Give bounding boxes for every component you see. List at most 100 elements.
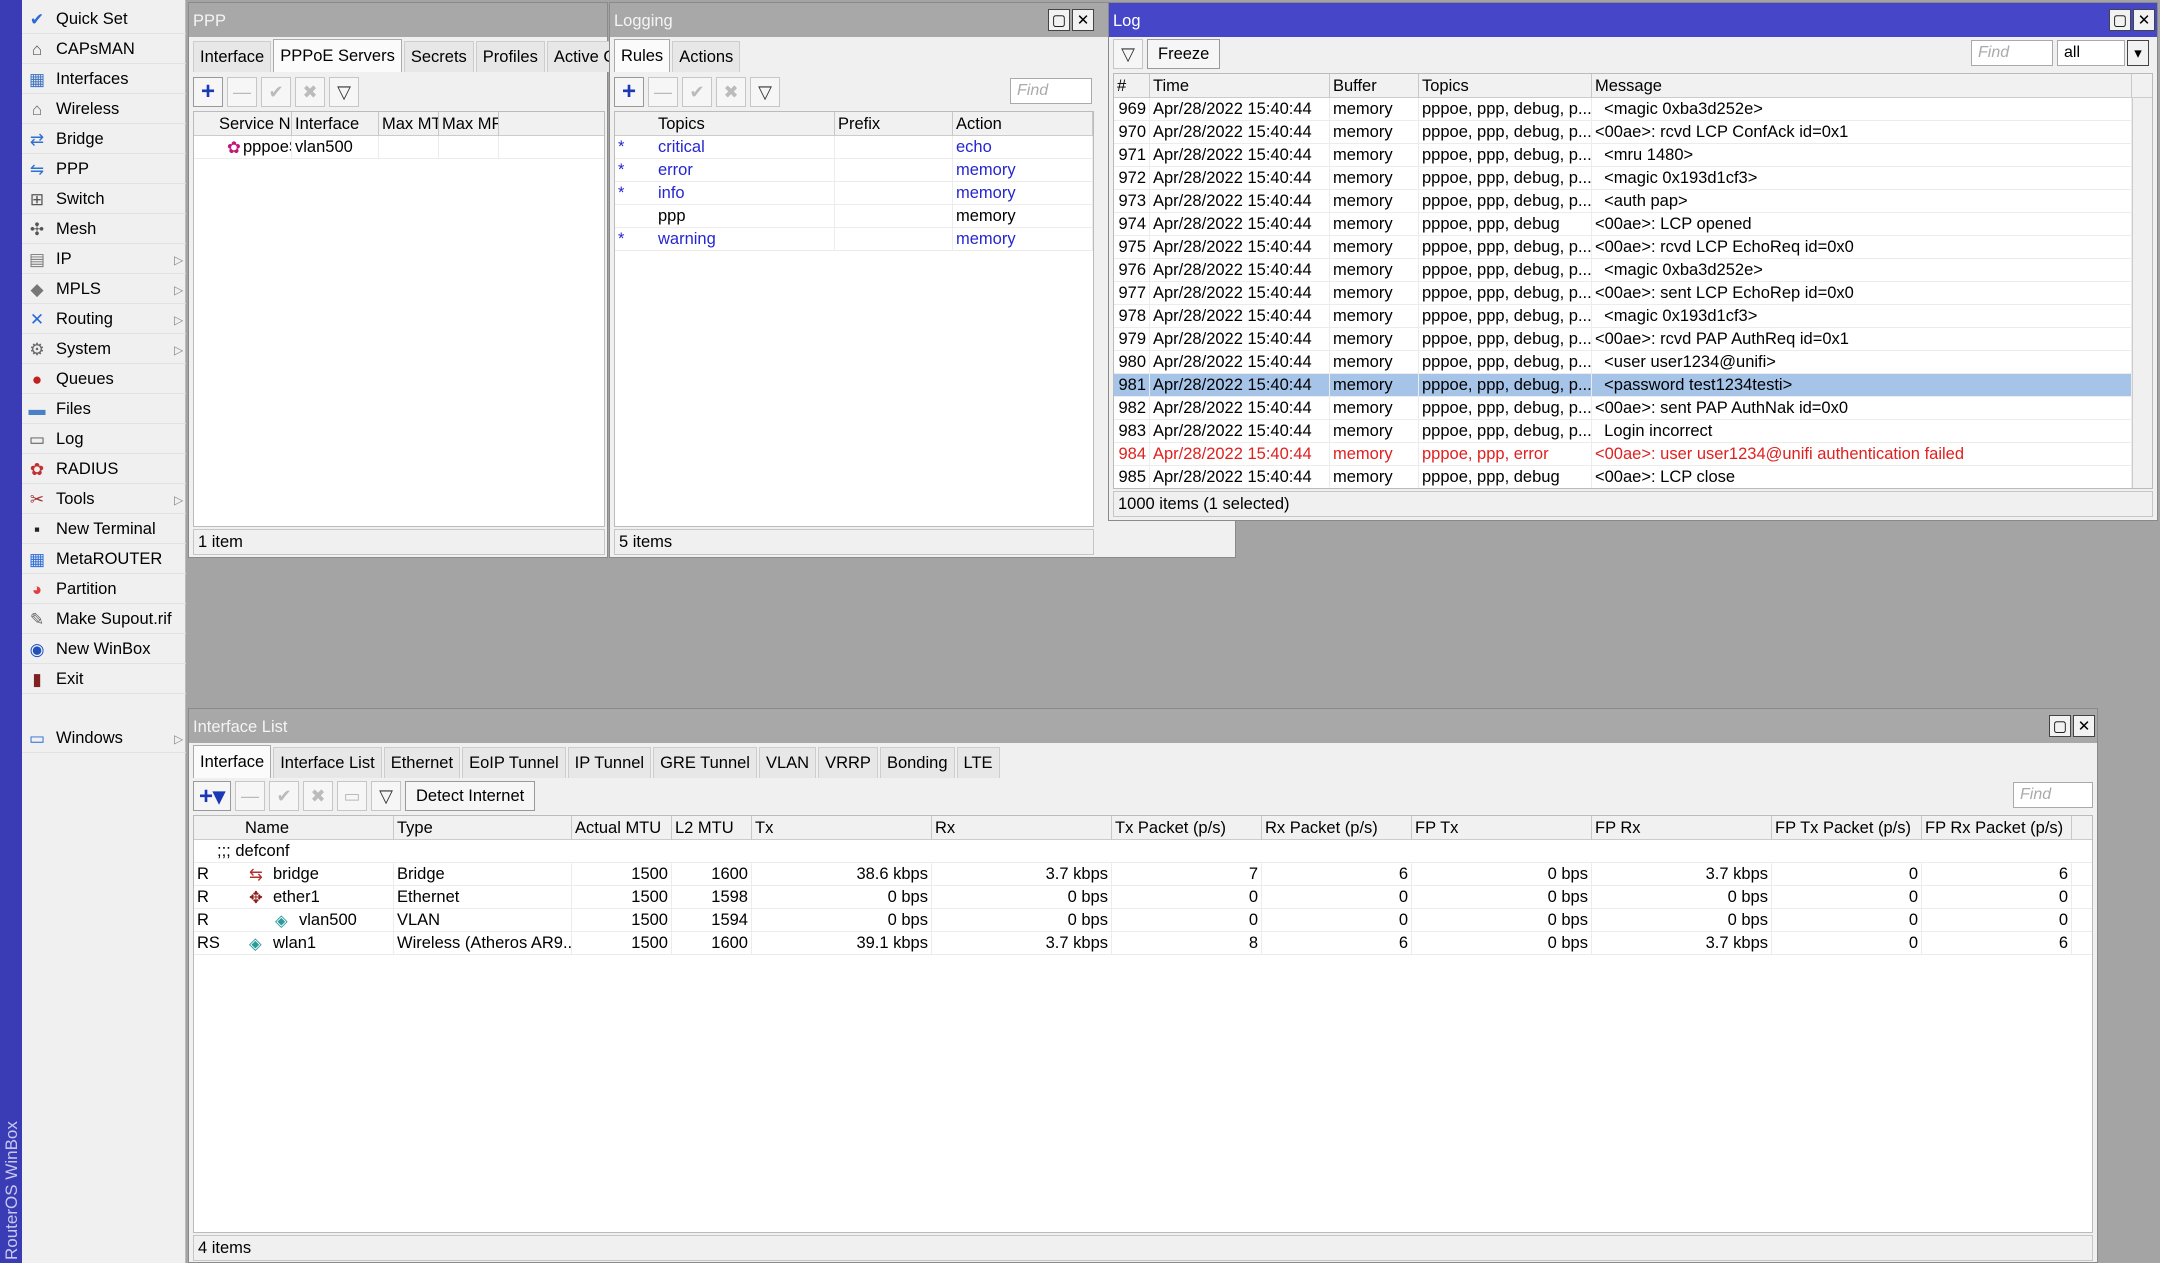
menu-item-make-supout-rif[interactable]: ✎ Make Supout.rif — [22, 606, 186, 634]
tab-vlan[interactable]: VLAN — [758, 747, 817, 778]
disable-icon[interactable]: ✖ — [295, 77, 325, 107]
remove-icon[interactable]: — — [235, 781, 265, 811]
log-entry-row[interactable]: 970 Apr/28/2022 15:40:44 memory pppoe, ppp,… — [1114, 121, 2132, 144]
log-entry-row[interactable]: 982 Apr/28/2022 15:40:44 memory pppoe, ppp,… — [1114, 397, 2132, 420]
column-header-tx-packet-p-s-[interactable]: Tx Packet (p/s) — [1112, 816, 1262, 840]
tab-interface[interactable]: Interface — [193, 41, 272, 72]
table-row[interactable]: * warning memory — [615, 228, 1093, 251]
filter-icon[interactable]: ▽ — [329, 77, 359, 107]
log-filter-select[interactable]: all — [2057, 40, 2125, 66]
column-header-topics[interactable]: Topics — [655, 112, 835, 136]
column-header-prefix[interactable]: Prefix — [835, 112, 953, 136]
menu-item-tools[interactable]: ✂ Tools ▷ — [22, 486, 186, 514]
chevron-down-icon[interactable]: ▾ — [2127, 40, 2149, 66]
filter-icon[interactable]: ▽ — [750, 77, 780, 107]
column-header-tx[interactable]: Tx — [752, 816, 932, 840]
menu-item-metarouter[interactable]: ▦ MetaROUTER — [22, 546, 186, 574]
maximize-icon[interactable]: ▢ — [1048, 9, 1070, 31]
column-header-l2-mtu[interactable]: L2 MTU — [672, 816, 752, 840]
column-header-max-mru[interactable]: Max MRU — [439, 112, 499, 136]
enable-icon[interactable]: ✔ — [261, 77, 291, 107]
column-header-topics[interactable]: Topics — [1419, 74, 1592, 98]
table-row[interactable]: * critical echo — [615, 136, 1093, 159]
interface-row[interactable]: R ◈ vlan500 VLAN 1500 1594 0 bps 0 bps 0 0 0 bps 0 … — [194, 909, 2092, 932]
column-header-fp-rx[interactable]: FP Rx — [1592, 816, 1772, 840]
log-entry-row[interactable]: 976 Apr/28/2022 15:40:44 memory pppoe, ppp,… — [1114, 259, 2132, 282]
tab-ip-tunnel[interactable]: IP Tunnel — [567, 747, 652, 778]
log-entry-row[interactable]: 972 Apr/28/2022 15:40:44 memory pppoe, ppp,… — [1114, 167, 2132, 190]
column-header-name[interactable]: Name — [242, 816, 394, 840]
log-entry-row[interactable]: 981 Apr/28/2022 15:40:44 memory pppoe, ppp,… — [1114, 374, 2132, 397]
column-header-fp-rx-packet-p-s-[interactable]: FP Rx Packet (p/s) — [1922, 816, 2072, 840]
menu-item-bridge[interactable]: ⇄ Bridge — [22, 126, 186, 154]
interface-row[interactable]: R ⇆ bridge Bridge 1500 1600 38.6 kbps 3.7 kbps 7… — [194, 863, 2092, 886]
close-icon[interactable]: ✕ — [2073, 715, 2095, 737]
tab-pppoe-servers[interactable]: PPPoE Servers — [273, 39, 402, 72]
enable-icon[interactable]: ✔ — [269, 781, 299, 811]
menu-item-switch[interactable]: ⊞ Switch — [22, 186, 186, 214]
disable-icon[interactable]: ✖ — [716, 77, 746, 107]
tab-secrets[interactable]: Secrets — [403, 41, 474, 72]
interface-row[interactable]: RS ◈ wlan1 Wireless (Atheros AR9... 1500 1600… — [194, 932, 2092, 955]
column-header-rx-packet-p-s-[interactable]: Rx Packet (p/s) — [1262, 816, 1412, 840]
filter-icon[interactable]: ▽ — [371, 781, 401, 811]
menu-item-wireless[interactable]: ⌂ Wireless — [22, 96, 186, 124]
interface-find-input[interactable]: Find — [2013, 782, 2093, 808]
menu-item-interfaces[interactable]: ▦ Interfaces — [22, 66, 186, 94]
log-entry-row[interactable]: 973 Apr/28/2022 15:40:44 memory pppoe, ppp,… — [1114, 190, 2132, 213]
menu-item-queues[interactable]: ● Queues — [22, 366, 186, 394]
menu-item-mpls[interactable]: ◆ MPLS ▷ — [22, 276, 186, 304]
column-header-message[interactable]: Message — [1592, 74, 2132, 98]
remove-icon[interactable]: — — [227, 77, 257, 107]
table-row[interactable]: * error memory — [615, 159, 1093, 182]
close-icon[interactable]: ✕ — [2133, 9, 2155, 31]
log-scrollbar[interactable] — [2132, 98, 2152, 488]
comment-icon[interactable]: ▭ — [337, 781, 367, 811]
interface-row[interactable]: R ✥ ether1 Ethernet 1500 1598 0 bps 0 bps 0 0 0 bp… — [194, 886, 2092, 909]
column-header-fp-tx[interactable]: FP Tx — [1412, 816, 1592, 840]
tab-gre-tunnel[interactable]: GRE Tunnel — [653, 747, 757, 778]
tab-actions[interactable]: Actions — [672, 41, 741, 72]
disable-icon[interactable]: ✖ — [303, 781, 333, 811]
table-row[interactable]: ✿pppoeS...vlan500 — [194, 136, 604, 159]
log-entry-row[interactable]: 985 Apr/28/2022 15:40:44 memory pppoe, ppp,… — [1114, 466, 2132, 488]
column-header-fp-tx-packet-p-s-[interactable]: FP Tx Packet (p/s) — [1772, 816, 1922, 840]
maximize-icon[interactable]: ▢ — [2049, 715, 2071, 737]
column-header-action[interactable]: Action — [953, 112, 1093, 136]
log-entry-row[interactable]: 979 Apr/28/2022 15:40:44 memory pppoe, ppp,… — [1114, 328, 2132, 351]
tab-bonding[interactable]: Bonding — [879, 747, 955, 778]
logging-find-input[interactable]: Find — [1010, 78, 1092, 104]
menu-item-routing[interactable]: ✕ Routing ▷ — [22, 306, 186, 334]
log-entry-row[interactable]: 978 Apr/28/2022 15:40:44 memory pppoe, ppp,… — [1114, 305, 2132, 328]
log-entry-row[interactable]: 974 Apr/28/2022 15:40:44 memory pppoe, ppp,… — [1114, 213, 2132, 236]
menu-item-new-winbox[interactable]: ◉ New WinBox — [22, 636, 186, 664]
log-entry-row[interactable]: 975 Apr/28/2022 15:40:44 memory pppoe, ppp,… — [1114, 236, 2132, 259]
tab-interface-list[interactable]: Interface List — [273, 747, 382, 778]
tab-lte[interactable]: LTE — [956, 747, 1000, 778]
log-entry-row[interactable]: 969 Apr/28/2022 15:40:44 memory pppoe, ppp,… — [1114, 98, 2132, 121]
column-header-rx[interactable]: Rx — [932, 816, 1112, 840]
log-entry-row[interactable]: 977 Apr/28/2022 15:40:44 memory pppoe, ppp,… — [1114, 282, 2132, 305]
menu-item-exit[interactable]: ▮ Exit — [22, 666, 186, 694]
log-entry-row[interactable]: 980 Apr/28/2022 15:40:44 memory pppoe, ppp,… — [1114, 351, 2132, 374]
table-row[interactable]: ppp memory — [615, 205, 1093, 228]
column-header--[interactable]: # — [1114, 74, 1150, 98]
filter-icon[interactable]: ▽ — [1113, 39, 1143, 69]
tab-eoip-tunnel[interactable]: EoIP Tunnel — [462, 747, 566, 778]
menu-item-log[interactable]: ▭ Log — [22, 426, 186, 454]
log-entry-row[interactable]: 984 Apr/28/2022 15:40:44 memory pppoe, ppp,… — [1114, 443, 2132, 466]
remove-icon[interactable]: — — [648, 77, 678, 107]
table-row[interactable]: * info memory — [615, 182, 1093, 205]
menu-item-windows[interactable]: ▭ Windows ▷ — [22, 725, 186, 753]
column-header-max-mtu[interactable]: Max MTU — [379, 112, 439, 136]
menu-item-files[interactable]: ▬ Files — [22, 396, 186, 424]
menu-item-quick-set[interactable]: ✔ Quick Set — [22, 6, 186, 34]
column-header-service-na-[interactable]: Service Na... — [216, 112, 292, 136]
enable-icon[interactable]: ✔ — [682, 77, 712, 107]
column-header-actual-mtu[interactable]: Actual MTU — [572, 816, 672, 840]
log-entry-row[interactable]: 983 Apr/28/2022 15:40:44 memory pppoe, ppp,… — [1114, 420, 2132, 443]
add-icon[interactable]: +▾ — [193, 781, 231, 811]
menu-item-partition[interactable]: ◕ Partition — [22, 576, 186, 604]
menu-item-mesh[interactable]: ✣ Mesh — [22, 216, 186, 244]
freeze-button[interactable]: Freeze — [1147, 39, 1221, 69]
